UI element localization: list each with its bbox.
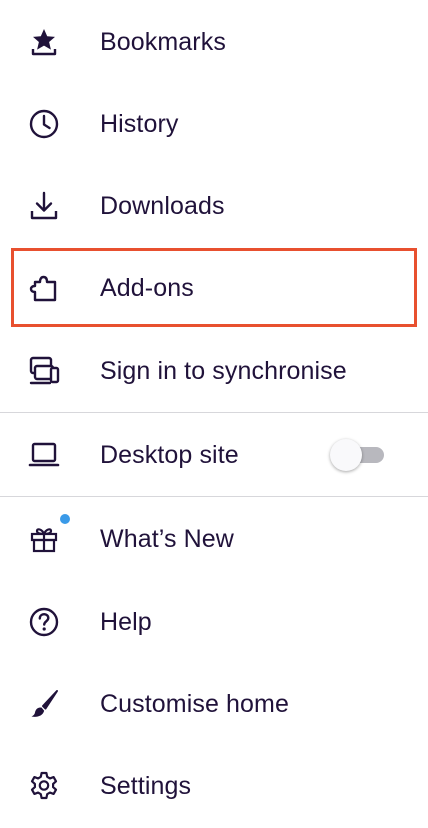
menu-item-desktop-site[interactable]: Desktop site — [0, 414, 428, 496]
menu-item-customise-home[interactable]: Customise home — [0, 663, 428, 745]
desktop-site-toggle[interactable] — [330, 438, 384, 472]
clock-icon — [26, 106, 62, 142]
menu-item-add-ons[interactable]: Add-ons — [0, 247, 428, 329]
menu-divider — [0, 412, 428, 413]
menu-item-label: Help — [100, 607, 152, 636]
download-icon — [26, 188, 62, 224]
brush-icon — [26, 686, 62, 722]
menu-item-label: What’s New — [100, 524, 234, 553]
gear-icon — [26, 768, 62, 804]
menu-item-label: Desktop site — [100, 440, 239, 469]
menu-item-history[interactable]: History — [0, 83, 428, 165]
sync-devices-icon — [26, 353, 62, 389]
menu-item-label: Downloads — [100, 191, 225, 220]
menu-divider — [0, 496, 428, 497]
help-circle-icon — [26, 604, 62, 640]
puzzle-piece-icon — [26, 270, 62, 306]
main-menu: Bookmarks History Downloads Add-ons Sign… — [0, 0, 428, 828]
menu-item-label: History — [100, 109, 179, 138]
menu-item-label: Bookmarks — [100, 27, 226, 56]
menu-item-whats-new[interactable]: What’s New — [0, 498, 428, 580]
bookmark-star-icon — [26, 24, 62, 60]
notification-dot — [60, 514, 70, 524]
menu-item-label: Add-ons — [100, 273, 194, 302]
menu-item-label: Settings — [100, 771, 192, 800]
menu-item-bookmarks[interactable]: Bookmarks — [0, 1, 428, 83]
menu-item-help[interactable]: Help — [0, 581, 428, 663]
menu-item-sign-in-sync[interactable]: Sign in to synchronise — [0, 330, 428, 412]
menu-item-settings[interactable]: Settings — [0, 745, 428, 827]
laptop-icon — [26, 437, 62, 473]
menu-item-label: Sign in to synchronise — [100, 356, 347, 385]
toggle-thumb — [330, 439, 362, 471]
gift-icon — [26, 521, 62, 557]
menu-item-label: Customise home — [100, 689, 289, 718]
menu-item-downloads[interactable]: Downloads — [0, 165, 428, 247]
